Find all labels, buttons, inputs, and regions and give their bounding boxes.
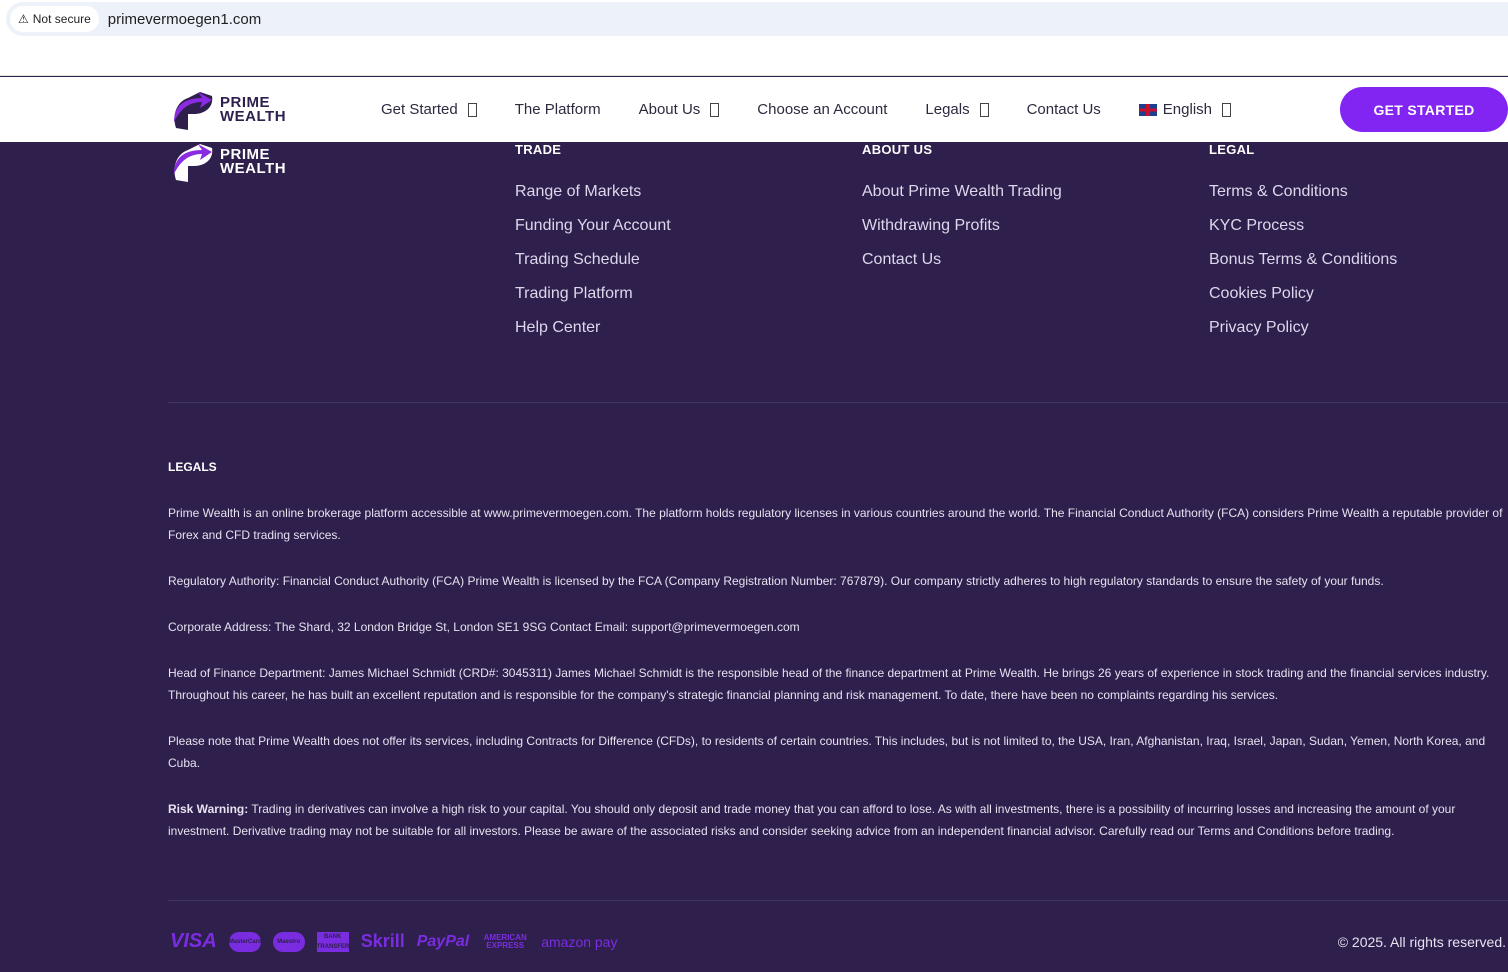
payment-paypal-icon: PayPal bbox=[416, 932, 470, 950]
dropdown-icon bbox=[710, 102, 720, 117]
nav-item-contact-us[interactable]: Contact Us bbox=[1027, 101, 1101, 118]
nav-item-about-us[interactable]: About Us bbox=[639, 101, 720, 118]
footer-link-help-center[interactable]: Help Center bbox=[515, 319, 671, 353]
footer-link-range-of-markets[interactable]: Range of Markets bbox=[515, 183, 671, 217]
footer-link-contact-us[interactable]: Contact Us bbox=[862, 251, 1062, 285]
footer-link-about-prime-wealth-trading[interactable]: About Prime Wealth Trading bbox=[862, 183, 1062, 217]
nav-label: The Platform bbox=[514, 101, 601, 118]
risk-text: Trading in derivatives can involve a hig… bbox=[168, 802, 1456, 838]
logo[interactable]: PRIME WEALTH bbox=[168, 88, 286, 132]
address-bar[interactable]: ⚠ Not secure primevermoegen1.com bbox=[6, 2, 1508, 36]
warning-icon: ⚠ bbox=[18, 12, 29, 26]
dropdown-icon bbox=[467, 102, 477, 117]
get-started-button[interactable]: GET STARTED bbox=[1340, 87, 1508, 132]
legal-paragraph: Regulatory Authority: Financial Conduct … bbox=[168, 574, 1384, 588]
footer-link-cookies-policy[interactable]: Cookies Policy bbox=[1209, 285, 1397, 319]
footer-link-trading-platform[interactable]: Trading Platform bbox=[515, 285, 671, 319]
footer-link-bonus-terms-conditions[interactable]: Bonus Terms & Conditions bbox=[1209, 251, 1397, 285]
footer-link-withdrawing-profits[interactable]: Withdrawing Profits bbox=[862, 217, 1062, 251]
payment-maestro-icon: Maestro bbox=[272, 931, 305, 952]
browser-chrome: ⚠ Not secure primevermoegen1.com bbox=[0, 0, 1508, 76]
legal-paragraph: Please note that Prime Wealth does not o… bbox=[168, 734, 1486, 770]
nav-menu: Get Started The Platform About Us Choose an… bbox=[381, 77, 1269, 142]
logo-icon bbox=[174, 92, 213, 130]
url-text[interactable]: primevermoegen1.com bbox=[108, 11, 261, 28]
nav-label: Legals bbox=[925, 101, 970, 118]
legal-paragraph: Head of Finance Department: James Michae… bbox=[168, 666, 1490, 702]
logo-icon bbox=[174, 144, 213, 182]
nav-label: Get Started bbox=[381, 101, 458, 118]
nav-item-choose-an-account[interactable]: Choose an Account bbox=[757, 101, 887, 118]
dropdown-icon bbox=[979, 102, 989, 117]
language-selector[interactable]: English bbox=[1138, 101, 1231, 118]
divider bbox=[168, 900, 1508, 901]
uk-flag-icon bbox=[1138, 103, 1157, 116]
legals-section: LEGALS Prime Wealth is an online brokera… bbox=[168, 456, 1503, 866]
payment-mastercard-icon: MasterCard bbox=[228, 931, 262, 952]
brand-line2: WEALTH bbox=[220, 108, 287, 125]
brand-line2: WEALTH bbox=[220, 160, 287, 177]
nav-item-get-started[interactable]: Get Started bbox=[381, 101, 477, 118]
footer-link-trading-schedule[interactable]: Trading Schedule bbox=[515, 251, 671, 285]
footer-col-about: ABOUT US About Prime Wealth Trading Withdr… bbox=[862, 142, 1062, 285]
divider bbox=[168, 402, 1508, 403]
footer-link-funding-your-account[interactable]: Funding Your Account bbox=[515, 217, 671, 251]
payment-skrill-icon: Skrill bbox=[360, 931, 405, 951]
footer-link-terms-conditions[interactable]: Terms & Conditions bbox=[1209, 183, 1397, 217]
copyright: © 2025. All rights reserved. bbox=[1337, 934, 1506, 950]
column-title: TRADE bbox=[515, 142, 562, 157]
nav-label: Contact Us bbox=[1026, 101, 1101, 118]
risk-warning: Risk Warning: Trading in derivatives can… bbox=[168, 798, 1503, 842]
footer-logo[interactable]: PRIME WEALTH bbox=[168, 140, 286, 184]
security-chip[interactable]: ⚠ Not secure bbox=[10, 6, 99, 32]
security-label: Not secure bbox=[32, 12, 91, 26]
footer-col-legal: LEGAL Terms & Conditions KYC Process Bonus … bbox=[1209, 142, 1397, 353]
legals-title: LEGALS bbox=[168, 460, 217, 474]
payment-bank-transfer-icon: BANK TRANSFER bbox=[316, 931, 350, 952]
payment-methods: VISA MasterCard Maestro BANK TRANSFER Skrill… bbox=[170, 930, 617, 953]
footer-link-privacy-policy[interactable]: Privacy Policy bbox=[1209, 319, 1397, 353]
nav-label: About Us bbox=[638, 101, 701, 118]
legal-paragraph: Prime Wealth is an online brokerage plat… bbox=[168, 506, 1503, 542]
nav-item-legals[interactable]: Legals bbox=[925, 101, 989, 118]
top-nav: PRIME WEALTH Get Started The Platform About… bbox=[0, 77, 1508, 142]
payment-amazon-pay-icon: amazon pay bbox=[541, 933, 618, 950]
footer-link-kyc-process[interactable]: KYC Process bbox=[1209, 217, 1397, 251]
column-title: ABOUT US bbox=[862, 142, 933, 157]
footer-col-trade: TRADE Range of Markets Funding Your Accoun… bbox=[515, 142, 671, 353]
nav-item-the-platform[interactable]: The Platform bbox=[515, 101, 601, 118]
payment-american-express-icon: AMERICAN EXPRESS bbox=[483, 932, 527, 950]
column-title: LEGAL bbox=[1209, 142, 1255, 157]
dropdown-icon bbox=[1222, 102, 1231, 117]
legal-paragraph: Corporate Address: The Shard, 32 London … bbox=[168, 620, 800, 634]
payment-visa-icon: VISA bbox=[170, 930, 217, 952]
nav-label: Choose an Account bbox=[757, 101, 888, 118]
risk-label: Risk Warning: bbox=[168, 802, 249, 816]
language-label: English bbox=[1162, 101, 1212, 118]
